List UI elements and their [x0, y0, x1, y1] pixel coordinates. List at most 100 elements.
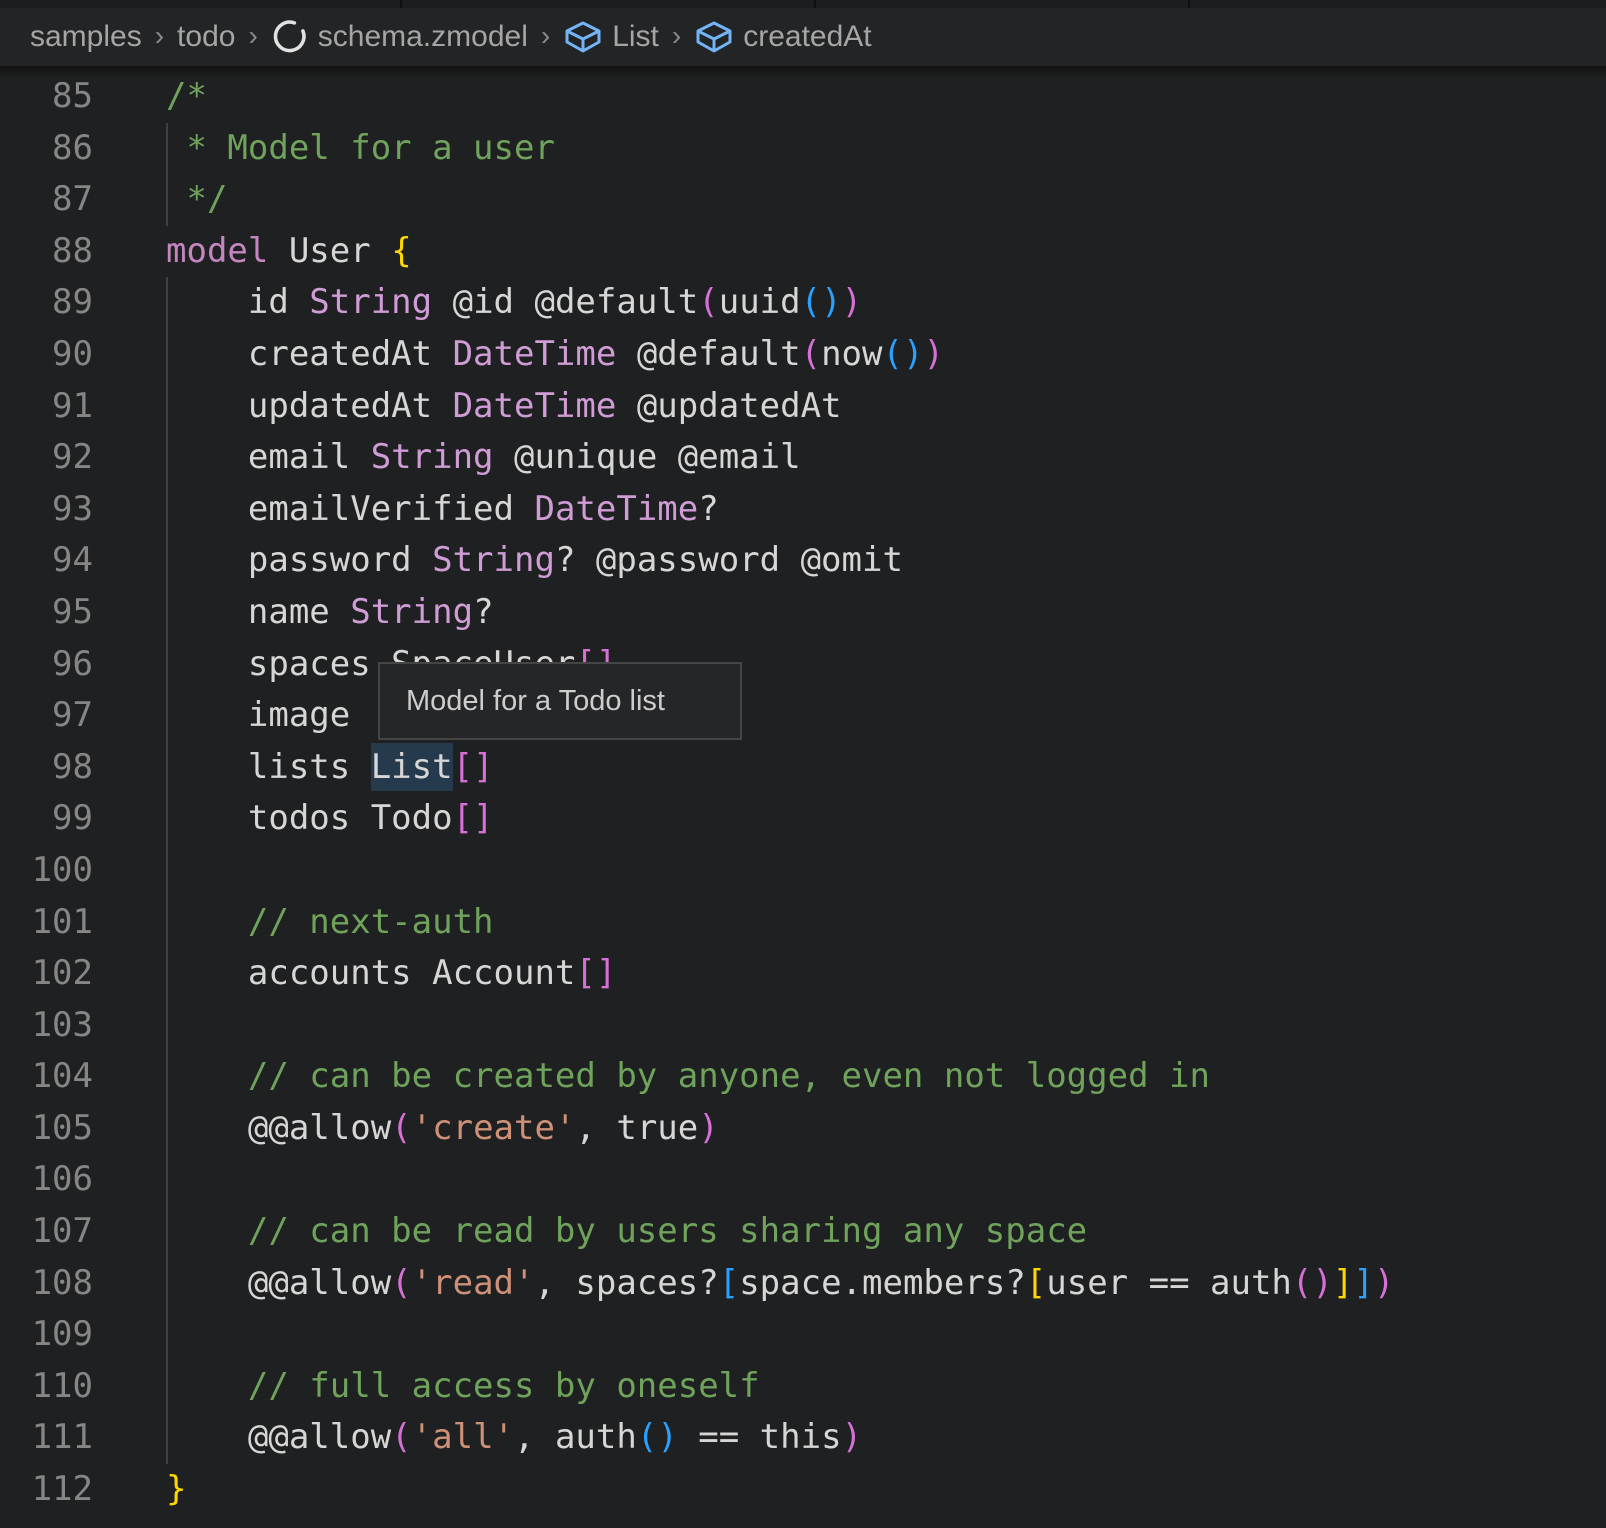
code-token: */	[166, 179, 227, 219]
code-line[interactable]: 90 createdAt DateTime @default(now())	[0, 329, 1606, 381]
breadcrumb-item-samples[interactable]: samples	[30, 20, 142, 54]
code-line-content: * Model for a user	[93, 123, 555, 175]
code-line[interactable]: 101 // next-auth	[0, 897, 1606, 949]
line-number[interactable]: 110	[0, 1361, 93, 1413]
code-token: @id @default	[432, 282, 698, 322]
code-line[interactable]: 89 id String @id @default(uuid())	[0, 277, 1606, 329]
code-line[interactable]: 110 // full access by oneself	[0, 1361, 1606, 1413]
breadcrumb-item-schema-zmodel[interactable]: schema.zmodel	[271, 18, 528, 56]
code-line-content: model User {	[93, 226, 412, 278]
code-token: password	[166, 540, 432, 580]
code-token: accounts Account	[166, 953, 575, 993]
breadcrumb-item-createdat[interactable]: createdAt	[694, 19, 871, 55]
code-line[interactable]: 111 @@allow('all', auth() == this)	[0, 1412, 1606, 1464]
code-token: User	[268, 231, 391, 271]
line-number[interactable]: 109	[0, 1309, 93, 1361]
code-line-content: // can be read by users sharing any spac…	[93, 1206, 1087, 1258]
code-line-content: image	[93, 690, 350, 742]
code-line[interactable]: 106	[0, 1154, 1606, 1206]
breadcrumb-separator-icon: ›	[248, 20, 257, 52]
code-line[interactable]: 112}	[0, 1464, 1606, 1516]
symbol-class-icon	[563, 19, 603, 55]
line-number[interactable]: 108	[0, 1258, 93, 1310]
line-number[interactable]: 112	[0, 1464, 93, 1516]
code-line-content: name String?	[93, 587, 494, 639]
line-number[interactable]: 86	[0, 123, 93, 175]
breadcrumb-item-label: createdAt	[743, 20, 871, 54]
line-number[interactable]: 111	[0, 1412, 93, 1464]
code-line-content: @@allow('read', spaces?[space.members?[u…	[93, 1258, 1394, 1310]
code-line[interactable]: 95 name String?	[0, 587, 1606, 639]
code-line[interactable]: 98 lists List[]	[0, 742, 1606, 794]
code-editor[interactable]: 85/*86 * Model for a user87 */88model Us…	[0, 66, 1606, 1516]
highlighted-word: List	[371, 743, 453, 791]
code-token: (	[801, 334, 821, 374]
code-token: )	[842, 282, 862, 322]
code-line[interactable]: 94 password String? @password @omit	[0, 535, 1606, 587]
line-number[interactable]: 96	[0, 639, 93, 691]
code-token: emailVerified	[166, 489, 534, 529]
code-line[interactable]: 103	[0, 1000, 1606, 1052]
line-number[interactable]: 101	[0, 897, 93, 949]
code-line[interactable]: 88model User {	[0, 226, 1606, 278]
breadcrumb-item-list[interactable]: List	[563, 19, 659, 55]
code-token: // next-auth	[166, 902, 494, 942]
code-line[interactable]: 105 @@allow('create', true)	[0, 1103, 1606, 1155]
line-number[interactable]: 88	[0, 226, 93, 278]
code-token: []	[453, 798, 494, 838]
code-line-content: // next-auth	[93, 897, 494, 949]
line-number[interactable]: 89	[0, 277, 93, 329]
code-line[interactable]: 107 // can be read by users sharing any …	[0, 1206, 1606, 1258]
line-number[interactable]: 91	[0, 381, 93, 433]
line-number[interactable]: 100	[0, 845, 93, 897]
line-number[interactable]: 104	[0, 1051, 93, 1103]
line-number[interactable]: 99	[0, 793, 93, 845]
line-number[interactable]: 85	[0, 71, 93, 123]
code-line[interactable]: 96 spaces SpaceUser[]	[0, 639, 1606, 691]
code-line[interactable]: 92 email String @unique @email	[0, 432, 1606, 484]
code-line[interactable]: 91 updatedAt DateTime @updatedAt	[0, 381, 1606, 433]
code-line[interactable]: 99 todos Todo[]	[0, 793, 1606, 845]
line-number[interactable]: 94	[0, 535, 93, 587]
code-token: {	[391, 231, 411, 271]
breadcrumb-item-todo[interactable]: todo	[177, 20, 235, 54]
line-number[interactable]: 92	[0, 432, 93, 484]
code-token: DateTime	[453, 334, 617, 374]
line-number[interactable]: 102	[0, 948, 93, 1000]
code-line[interactable]: 87 */	[0, 174, 1606, 226]
code-token: /*	[166, 76, 207, 116]
code-line[interactable]: 93 emailVerified DateTime?	[0, 484, 1606, 536]
code-line[interactable]: 109	[0, 1309, 1606, 1361]
code-token: name	[166, 592, 350, 632]
line-number[interactable]: 107	[0, 1206, 93, 1258]
code-line[interactable]: 104 // can be created by anyone, even no…	[0, 1051, 1606, 1103]
code-line-content: emailVerified DateTime?	[93, 484, 719, 536]
code-line-content: @@allow('create', true)	[93, 1103, 719, 1155]
code-line[interactable]: 108 @@allow('read', spaces?[space.member…	[0, 1258, 1606, 1310]
code-line[interactable]: 97 image	[0, 690, 1606, 742]
line-number[interactable]: 87	[0, 174, 93, 226]
code-line-content: id String @id @default(uuid())	[93, 277, 862, 329]
breadcrumb-item-label: List	[612, 20, 659, 54]
code-line[interactable]: 86 * Model for a user	[0, 123, 1606, 175]
code-line-content: email String @unique @email	[93, 432, 801, 484]
code-token: createdAt	[166, 334, 453, 374]
code-token: 'read'	[412, 1263, 535, 1303]
code-token: // can be read by users sharing any spac…	[166, 1211, 1087, 1251]
line-number[interactable]: 105	[0, 1103, 93, 1155]
line-number[interactable]: 98	[0, 742, 93, 794]
code-line[interactable]: 85 /*	[0, 71, 1606, 123]
line-number[interactable]: 90	[0, 329, 93, 381]
code-token: , true	[575, 1108, 698, 1148]
line-number[interactable]: 103	[0, 1000, 93, 1052]
line-number[interactable]: 95	[0, 587, 93, 639]
code-line[interactable]: 100	[0, 845, 1606, 897]
line-number[interactable]: 97	[0, 690, 93, 742]
code-token: id	[166, 282, 309, 322]
line-number[interactable]: 93	[0, 484, 93, 536]
code-line-content	[93, 1000, 166, 1052]
code-token: String	[350, 592, 473, 632]
line-number[interactable]: 106	[0, 1154, 93, 1206]
code-line[interactable]: 102 accounts Account[]	[0, 948, 1606, 1000]
code-token: }	[166, 1469, 186, 1509]
